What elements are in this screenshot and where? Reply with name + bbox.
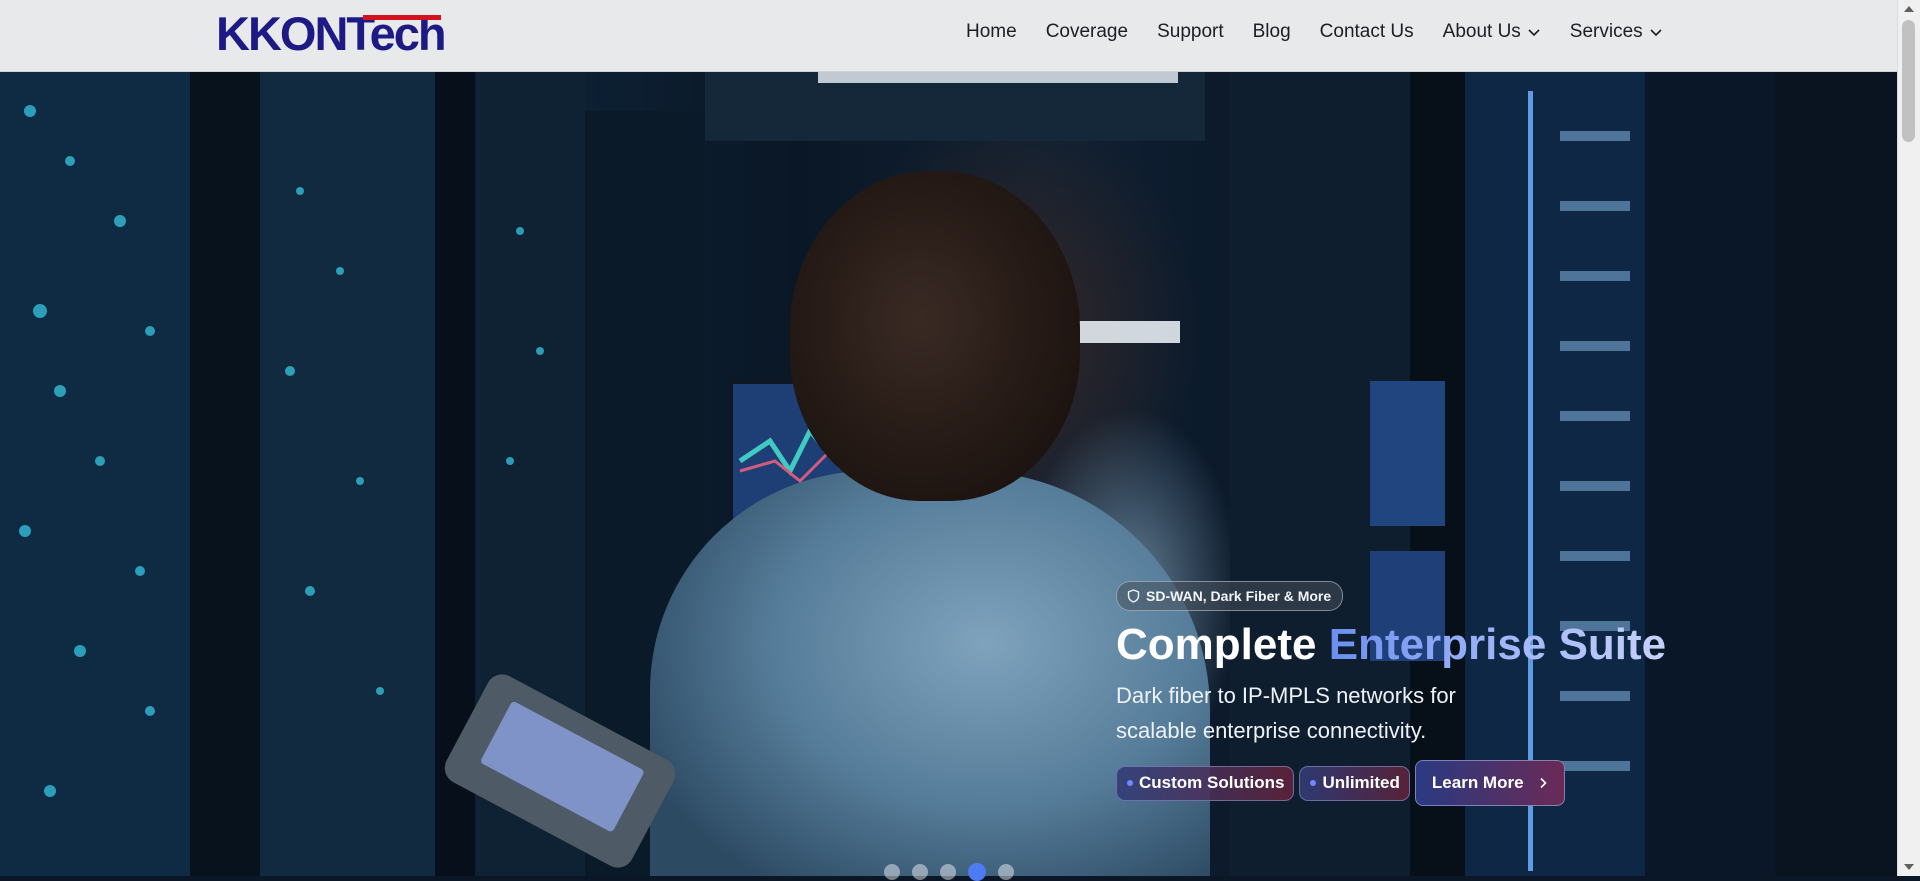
nav-coverage[interactable]: Coverage bbox=[1046, 21, 1128, 43]
nav-contact-us-label: Contact Us bbox=[1319, 21, 1414, 42]
learn-more-label: Learn More bbox=[1431, 773, 1524, 792]
nav-support[interactable]: Support bbox=[1157, 21, 1224, 43]
chip-custom-solutions: Custom Solutions bbox=[1116, 765, 1295, 801]
carousel-dot-1[interactable] bbox=[884, 864, 900, 880]
nav-coverage-label: Coverage bbox=[1045, 21, 1129, 42]
hero-section bbox=[0, 71, 1898, 876]
bullet-dot-icon bbox=[1310, 780, 1317, 786]
chevron-down-icon bbox=[1528, 29, 1540, 37]
hero-title-accent: Enterprise Suite bbox=[1328, 620, 1667, 669]
hero-badge-label: SD-WAN, Dark Fiber & More bbox=[1146, 588, 1332, 604]
hero-title-plain: Complete bbox=[1116, 620, 1329, 669]
person-head bbox=[790, 171, 1080, 501]
site-header: KKONTech Home Coverage Support Blog Cont… bbox=[0, 0, 1898, 72]
nav-services-label: Services bbox=[1569, 21, 1643, 42]
nav-support-label: Support bbox=[1157, 21, 1224, 42]
scrollbar-thumb[interactable] bbox=[1902, 20, 1915, 142]
nav-contact-us[interactable]: Contact Us bbox=[1320, 21, 1414, 43]
learn-more-button[interactable]: Learn More bbox=[1414, 760, 1565, 806]
chip-label: Custom Solutions bbox=[1139, 773, 1285, 792]
scroll-up-arrow-icon[interactable] bbox=[1904, 6, 1914, 12]
nav-about-us[interactable]: About Us bbox=[1443, 21, 1541, 43]
scroll-down-arrow-icon[interactable] bbox=[1904, 864, 1914, 870]
nav-about-us-label: About Us bbox=[1442, 21, 1521, 42]
main-nav: Home Coverage Support Blog Contact Us Ab… bbox=[966, 0, 1692, 64]
carousel-dot-4[interactable] bbox=[968, 863, 986, 881]
logo-accent-bar bbox=[363, 15, 441, 20]
chevron-right-icon bbox=[1539, 777, 1547, 789]
nav-home[interactable]: Home bbox=[966, 21, 1017, 43]
vertical-scrollbar[interactable] bbox=[1897, 0, 1920, 876]
hero-badge: SD-WAN, Dark Fiber & More bbox=[1116, 581, 1344, 611]
person-shirt bbox=[650, 471, 1210, 876]
carousel-dot-5[interactable] bbox=[998, 864, 1014, 880]
carousel-dot-2[interactable] bbox=[912, 864, 928, 880]
nav-blog-label: Blog bbox=[1252, 21, 1291, 42]
bullet-dot-icon bbox=[1127, 780, 1133, 786]
nav-blog[interactable]: Blog bbox=[1253, 21, 1291, 43]
shield-icon bbox=[1127, 589, 1140, 603]
nav-home-label: Home bbox=[966, 21, 1017, 42]
hero-subtitle: Dark fiber to IP-MPLS networks for scala… bbox=[1116, 683, 1456, 743]
hero-title: Complete Enterprise Suite bbox=[1116, 620, 1666, 670]
chip-unlimited: Unlimited bbox=[1299, 765, 1410, 801]
chip-label: Unlimited bbox=[1322, 773, 1400, 792]
hero-chips: Custom Solutions Unlimited Learn More bbox=[1116, 760, 1565, 806]
carousel-dot-3[interactable] bbox=[940, 864, 956, 880]
carousel-indicators bbox=[884, 863, 1014, 881]
nav-services[interactable]: Services bbox=[1570, 21, 1663, 43]
site-logo[interactable]: KKONTech bbox=[216, 4, 447, 64]
chevron-down-icon bbox=[1650, 29, 1662, 37]
